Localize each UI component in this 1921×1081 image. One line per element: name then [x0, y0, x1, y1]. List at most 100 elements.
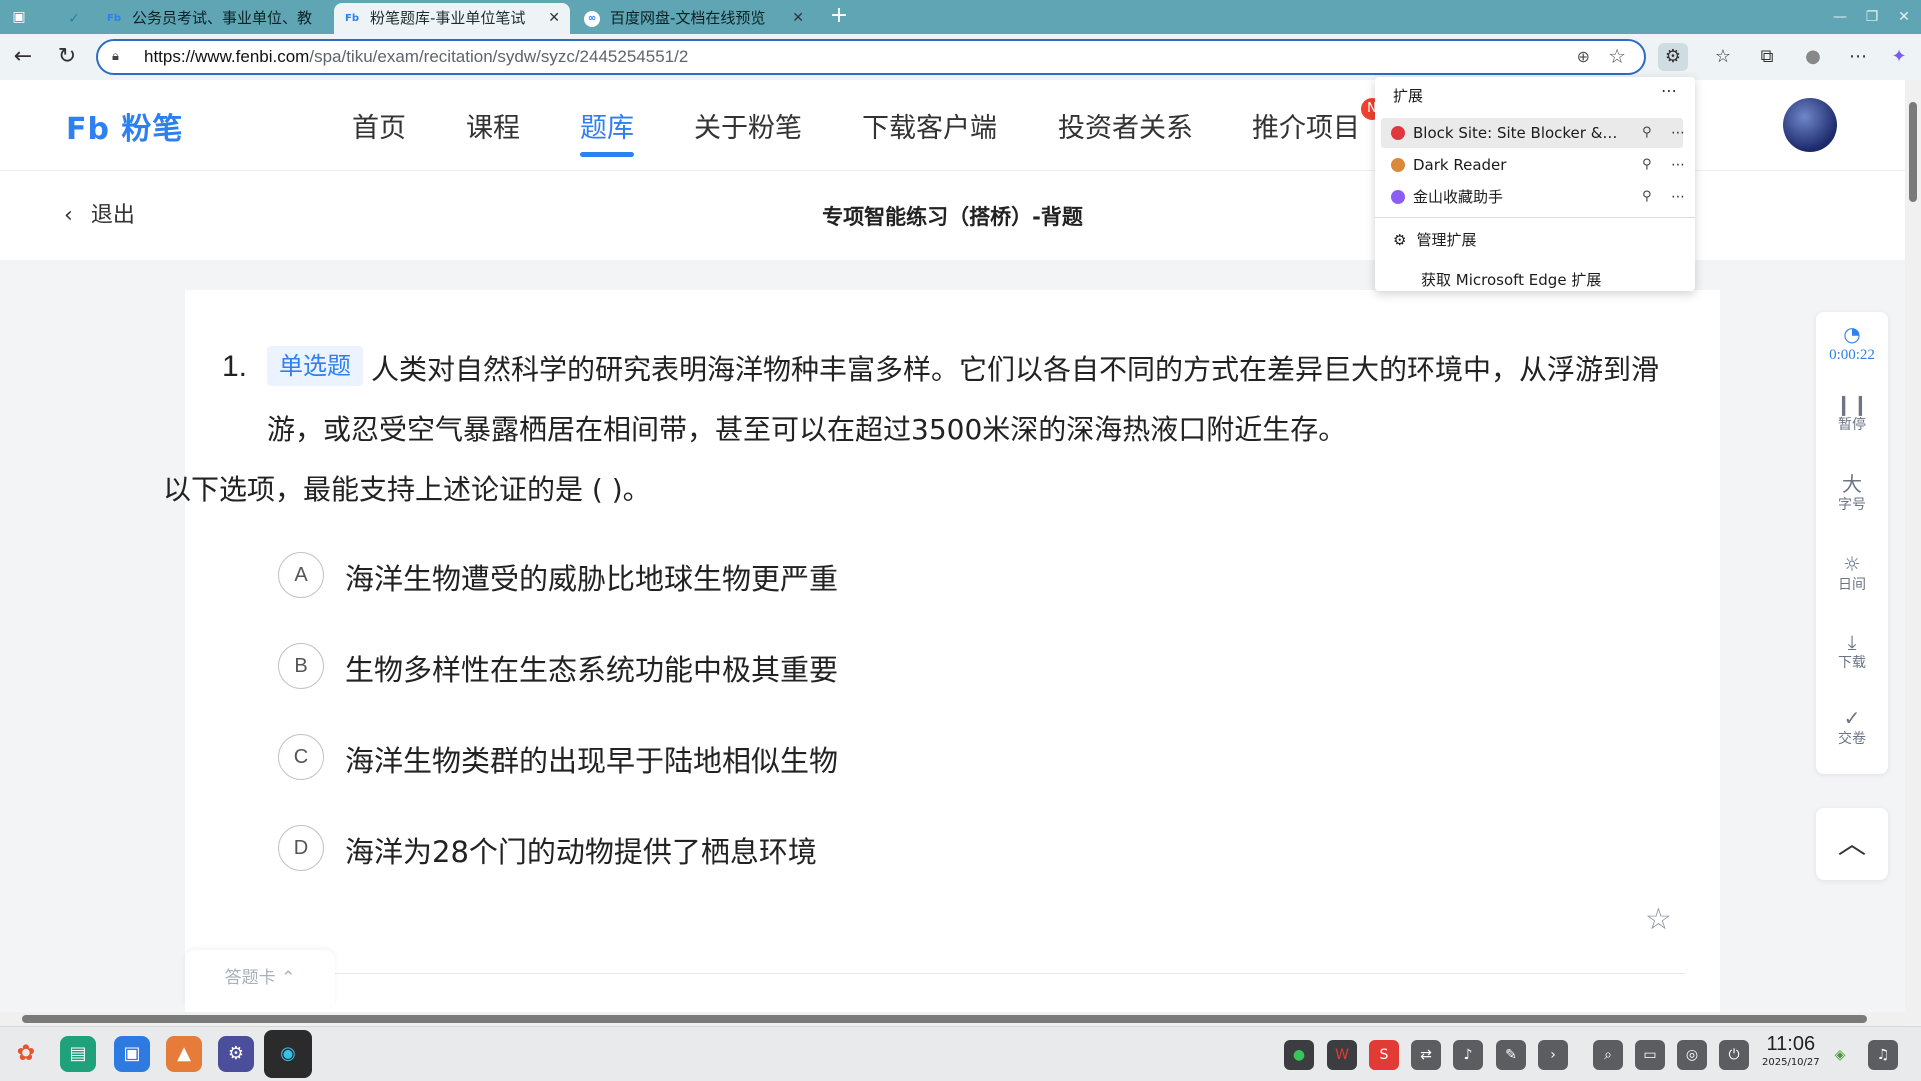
nav-investors[interactable]: 投资者关系 [1058, 106, 1193, 145]
tab-fenbi-home[interactable]: Fb 公务员考试、事业单位、教 [96, 3, 332, 34]
more-icon[interactable]: ⋯ [1671, 118, 1685, 148]
tab-title: 公务员考试、事业单位、教 [132, 9, 313, 27]
nav-about[interactable]: 关于粉笔 [694, 106, 802, 145]
question-text: 人类对自然科学的研究表明海洋物种丰富多样。它们以各自不同的方式在差异巨大的环境中… [163, 340, 1667, 520]
power-icon[interactable]: ⏻ [1719, 1040, 1749, 1070]
nav-courses[interactable]: 课程 [466, 106, 520, 145]
download-label: 下载 [1838, 655, 1866, 671]
extension-name: Block Site: Site Blocker &… [1413, 124, 1618, 142]
browser-tray-icon[interactable]: ◎ [1677, 1040, 1707, 1070]
extension-block-site[interactable]: Block Site: Site Blocker &… ⚲ ⋯ [1381, 118, 1685, 148]
tab-actions-icon[interactable]: ▣ [8, 6, 30, 28]
launcher-icon[interactable]: ✿ [8, 1036, 44, 1072]
pause-button[interactable]: ❙❙ 暂停 [1816, 392, 1888, 434]
url-text: https://www.fenbi.com/spa/tiku/exam/reci… [144, 41, 688, 73]
new-tab-button[interactable]: + [826, 4, 852, 30]
divider [1375, 217, 1695, 218]
timer-value: 0:00:22 [1829, 347, 1875, 363]
nav-download[interactable]: 下载客户端 [862, 106, 997, 145]
profile-icon[interactable]: ● [1798, 43, 1828, 71]
answer-card-tab[interactable]: 答题卡 ⌃ [185, 950, 335, 1006]
manage-extensions-link[interactable]: ⚙ 管理扩展 [1393, 229, 1476, 250]
gear-icon: ⚙ [1393, 231, 1407, 249]
get-extensions-link[interactable]: 获取 Microsoft Edge 扩展 [1421, 269, 1601, 290]
zoom-icon[interactable]: ⊕ [1577, 47, 1590, 66]
option-text: 生物多样性在生态系统功能中极其重要 [345, 653, 839, 687]
extensions-icon[interactable]: ⚙ [1658, 43, 1688, 71]
sogou-icon[interactable]: S [1369, 1040, 1399, 1070]
vertical-scrollbar[interactable] [1905, 80, 1921, 1025]
scroll-thumb[interactable] [22, 1015, 1867, 1023]
fenbi-icon: Fb [345, 13, 359, 24]
extension-name: Dark Reader [1413, 156, 1507, 174]
avatar[interactable] [1783, 98, 1837, 152]
notification-bell-icon[interactable]: ♫ [1868, 1040, 1898, 1070]
close-icon[interactable]: ✕ [792, 3, 804, 34]
baidu-icon: ∞ [584, 11, 600, 27]
edge-icon[interactable]: ◉ [264, 1030, 312, 1078]
pen-icon[interactable]: ✎ [1496, 1040, 1526, 1070]
taskbar: ✿ ▤ ▣ ▲ ⚙ ◉ ● W S ⇄ ♪ ✎ › ⌕ ▭ ◎ ⏻ 11:06 … [0, 1026, 1921, 1081]
multitask-icon[interactable]: ▭ [1635, 1040, 1665, 1070]
address-bar[interactable]: 🔒︎ https://www.fenbi.com/spa/tiku/exam/r… [96, 39, 1646, 75]
horizontal-scrollbar[interactable] [0, 1012, 1905, 1026]
divider [185, 973, 1685, 974]
nav-projects[interactable]: 推介项目 [1252, 106, 1360, 145]
chevron-up-icon: ︿ [1837, 827, 1866, 860]
close-window-icon[interactable]: ✕ [1884, 0, 1921, 34]
tab-pinned[interactable]: ✓ [56, 3, 92, 34]
more-icon[interactable]: ⋯ [1843, 43, 1873, 71]
extensions-title: 扩展 [1393, 87, 1424, 105]
settings-icon[interactable]: ⚙ [218, 1036, 254, 1072]
store-icon[interactable]: ▣ [114, 1036, 150, 1072]
download-icon: ⤓ [1847, 630, 1857, 654]
wechat-icon[interactable]: ● [1284, 1040, 1314, 1070]
tab-fenbi-tiku[interactable]: Fb 粉笔题库-事业单位笔试 ✕ [334, 3, 570, 34]
more-icon[interactable]: ⋯ [1671, 150, 1685, 180]
font-size-button[interactable]: 大 字号 [1816, 472, 1888, 514]
clock[interactable]: 11:06 2025/10/27 [1762, 1032, 1820, 1070]
fenbi-logo[interactable]: Fb 粉笔 [66, 104, 183, 148]
favorite-star-icon[interactable]: ☆ [1608, 44, 1626, 68]
scroll-thumb[interactable] [1909, 102, 1917, 202]
nav-tiku[interactable]: 题库 [580, 106, 634, 157]
browser-tab-strip: ▣ ✓ Fb 公务员考试、事业单位、教 Fb 粉笔题库-事业单位笔试 ✕ ∞ 百… [0, 0, 1921, 34]
close-icon[interactable]: ✕ [548, 3, 560, 34]
timer[interactable]: ◔ 0:00:22 [1816, 322, 1888, 364]
lock-icon: 🔒︎ [112, 49, 119, 64]
pin-icon[interactable]: ⚲ [1642, 182, 1652, 212]
tab-title: 百度网盘-文档在线预览 [610, 9, 766, 27]
photos-icon[interactable]: ▲ [166, 1036, 202, 1072]
pause-icon: ❙❙ [1835, 392, 1869, 416]
switch-icon[interactable]: ⇄ [1411, 1040, 1441, 1070]
collect-star-icon[interactable]: ☆ [1645, 902, 1672, 937]
extension-dark-reader[interactable]: Dark Reader ⚲ ⋯ [1381, 150, 1685, 180]
submit-button[interactable]: ✓ 交卷 [1816, 706, 1888, 748]
more-icon[interactable]: ⋯ [1661, 81, 1677, 100]
day-mode-button[interactable]: ☼ 日间 [1816, 552, 1888, 594]
copilot-icon[interactable]: ✦ [1884, 43, 1914, 71]
terminal-icon[interactable]: ▤ [60, 1036, 96, 1072]
question-number: 1. [222, 350, 248, 383]
security-icon[interactable]: ◈ [1825, 1040, 1855, 1070]
more-icon[interactable]: ⋯ [1671, 182, 1685, 212]
favorites-icon[interactable]: ☆ [1708, 43, 1738, 71]
chevron-right-icon[interactable]: › [1538, 1040, 1568, 1070]
nav-home[interactable]: 首页 [352, 106, 406, 145]
chevron-up-icon: ⌃ [281, 968, 296, 988]
tab-baidu-pan[interactable]: ∞ 百度网盘-文档在线预览 ✕ [574, 3, 814, 34]
search-icon[interactable]: ⌕ [1593, 1040, 1623, 1070]
pin-icon[interactable]: ⚲ [1642, 150, 1652, 180]
pin-icon[interactable]: ⚲ [1642, 118, 1652, 148]
download-button[interactable]: ⤓ 下载 [1816, 630, 1888, 672]
back-arrow-icon[interactable]: ← [8, 42, 38, 72]
wps-icon[interactable]: W [1327, 1040, 1357, 1070]
collections-icon[interactable]: ⧉ [1752, 43, 1782, 71]
extension-jinshan[interactable]: 金山收藏助手 ⚲ ⋯ [1381, 182, 1685, 212]
url-path: /spa/tiku/exam/recitation/sydw/syzc/2445… [309, 47, 689, 66]
volume-icon[interactable]: ♪ [1453, 1040, 1483, 1070]
scroll-top-button[interactable]: ︿ [1816, 808, 1888, 880]
tab-title: 粉笔题库-事业单位笔试 [370, 9, 526, 27]
option-letter: B [278, 643, 324, 689]
refresh-icon[interactable]: ↻ [52, 42, 82, 72]
